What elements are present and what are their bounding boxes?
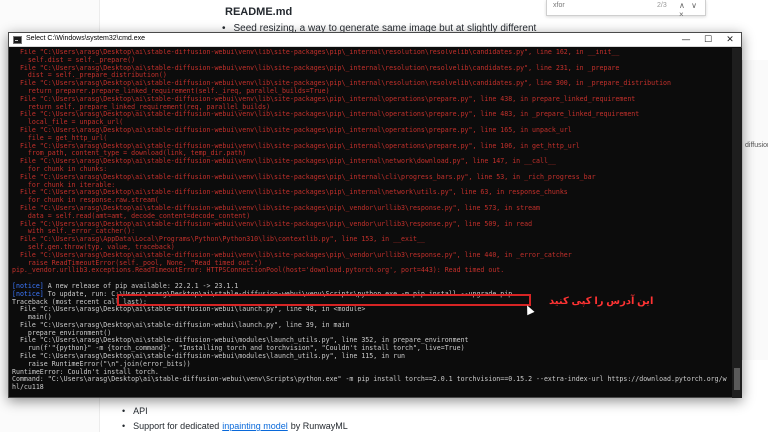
highlight-annotation-box [117,294,531,306]
list-item: Support for dedicated inpainting model b… [122,419,348,432]
notice-tag: [notice] [12,289,44,298]
cmd-window-title: Select C:\Windows\system32\cmd.exe [26,35,146,42]
close-button[interactable]: ✕ [719,33,741,47]
terminal-line: File "C:\Users\arasg\Desktop\ai\stable-d… [12,305,366,314]
terminal-line: hl/cu118 [12,383,44,392]
annotation-label: این آدرس را کپی کنید [549,296,654,307]
cmd-titlebar[interactable]: Select C:\Windows\system32\cmd.exe — ☐ ✕ [9,33,741,47]
browser-right-panel [742,60,768,360]
notice-tag: [notice] [12,281,44,290]
terminal-line: File "C:\Users\arasg\Desktop\ai\stable-d… [12,172,596,181]
terminal-line: File "C:\Users\arasg\Desktop\ai\stable-d… [12,157,556,166]
terminal-line: File "C:\Users\arasg\Desktop\ai\stable-d… [12,320,350,329]
terminal-line: File "C:\Users\arasg\Desktop\ai\stable-d… [12,125,572,134]
notice-text: A new release of pip available: 22.2.1 -… [43,281,239,290]
list-item-label: Support for dedicated [133,421,220,431]
maximize-button[interactable]: ☐ [697,33,719,47]
inpainting-model-link[interactable]: inpainting model [222,419,288,432]
cmd-scrollbar[interactable] [732,48,742,398]
minimize-button[interactable]: — [675,33,697,47]
find-nav-icons[interactable]: ∧ ∨ × [679,1,705,19]
readme-feature-list: API Support for dedicated inpainting mod… [122,404,348,432]
find-in-page-box[interactable]: xfor 2/3 ∧ ∨ × [546,0,706,19]
find-match-count: 2/3 [657,2,667,9]
right-panel-text: diffusion-w [745,142,768,149]
terminal-icon [13,36,22,44]
list-item: API [122,404,348,419]
terminal-line: Command: "C:\Users\arasg\Desktop\ai\stab… [12,375,727,384]
cmd-output[interactable]: File "C:\Users\arasg\Desktop\ai\stable-d… [12,49,730,397]
list-item-label: API [133,406,148,416]
find-input[interactable]: xfor [553,2,565,9]
readme-title[interactable]: README.md [225,6,292,18]
terminal-line: pip._vendor.urllib3.exceptions.ReadTimeo… [12,266,505,275]
cmd-window[interactable]: Select C:\Windows\system32\cmd.exe — ☐ ✕… [8,32,742,398]
readme-header: README.md Seed resizing, a way to genera… [100,0,580,45]
scrollbar-thumb[interactable] [734,368,740,390]
list-item-label: by RunwayML [290,421,348,431]
